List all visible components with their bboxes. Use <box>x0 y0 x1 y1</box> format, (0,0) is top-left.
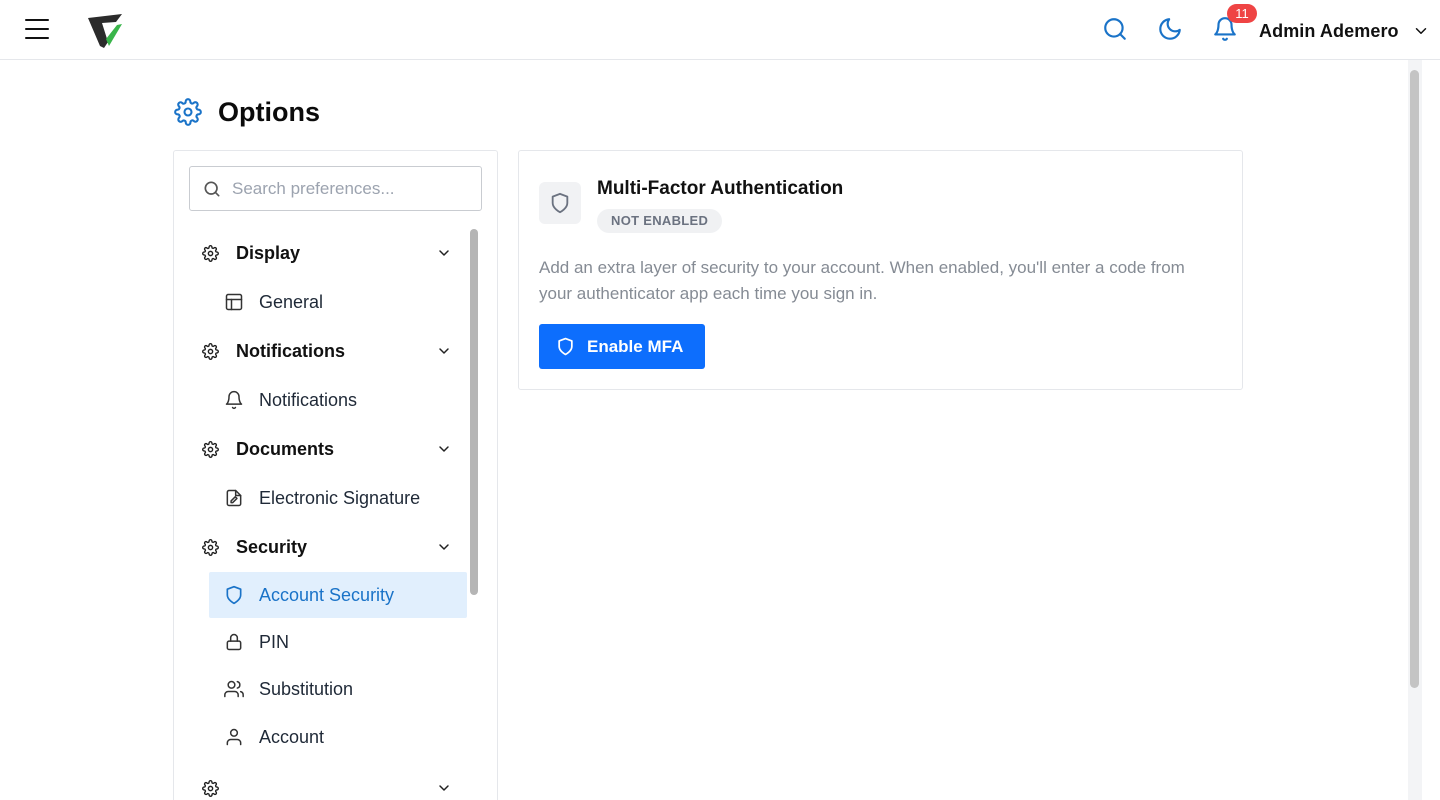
sidebar-item-account-security[interactable]: Account Security <box>209 572 467 618</box>
chevron-down-icon <box>439 250 449 256</box>
options-sidebar: Display General Notifications Notificati… <box>173 150 498 800</box>
user-icon <box>226 728 242 746</box>
sidebar-item-label: Substitution <box>259 678 354 699</box>
users-icon <box>224 680 244 698</box>
chevron-down-icon <box>1415 28 1426 34</box>
section-documents[interactable]: Documents <box>202 434 452 464</box>
sidebar-scrollbar-thumb[interactable] <box>470 229 478 595</box>
sidebar-item-label: Account <box>259 726 325 747</box>
user-menu[interactable]: Admin Ademero <box>1259 18 1430 44</box>
sidebar-item-electronic-signature[interactable]: Electronic Signature <box>209 475 467 521</box>
signature-icon <box>226 489 242 507</box>
sidebar-item-label: Electronic Signature <box>259 487 421 508</box>
sidebar-item-notifications[interactable]: Notifications <box>209 377 467 423</box>
sidebar-item-pin[interactable]: PIN <box>209 619 467 665</box>
section-display[interactable]: Display <box>202 238 452 268</box>
layout-icon <box>225 293 243 311</box>
search-preferences-input[interactable] <box>232 178 472 199</box>
notification-count-badge: 11 <box>1227 4 1257 23</box>
gear-icon <box>202 538 219 556</box>
section-notifications[interactable]: Notifications <box>202 336 452 366</box>
status-badge: NOT ENABLED <box>597 209 723 233</box>
sidebar-item-label: General <box>259 291 324 312</box>
sidebar-item-label: PIN <box>259 631 290 652</box>
sidebar-item-general[interactable]: General <box>209 279 467 325</box>
section-next-partial[interactable] <box>202 773 452 800</box>
section-label: Security <box>236 536 308 557</box>
chevron-down-icon <box>439 446 449 452</box>
mfa-title: Multi-Factor Authentication <box>597 178 844 199</box>
app-logo[interactable] <box>86 12 126 50</box>
search-icon <box>204 181 220 196</box>
gear-icon <box>202 244 219 262</box>
shield-icon <box>539 182 581 224</box>
page-scrollbar-thumb[interactable] <box>1410 70 1419 688</box>
hamburger-icon[interactable] <box>25 19 51 41</box>
section-label: Notifications <box>236 340 346 361</box>
section-label: Display <box>236 242 301 263</box>
gear-icon <box>202 342 219 360</box>
bell-icon <box>225 390 243 410</box>
chevron-down-icon <box>439 348 449 354</box>
shield-icon <box>226 585 242 605</box>
mfa-description: Add an extra layer of security to your a… <box>539 258 1185 303</box>
moon-icon[interactable] <box>1157 16 1183 42</box>
chevron-down-icon <box>439 544 449 550</box>
section-label: Documents <box>236 438 335 459</box>
gear-icon <box>174 98 202 126</box>
chevron-down-icon <box>439 785 449 791</box>
lock-icon <box>226 633 242 651</box>
mfa-card: Multi-Factor Authentication NOT ENABLED … <box>518 150 1243 390</box>
gear-icon <box>202 440 219 458</box>
user-name: Admin Ademero <box>1259 20 1399 41</box>
search-preferences-box[interactable] <box>189 166 482 211</box>
enable-mfa-button[interactable]: Enable MFA <box>539 324 705 369</box>
enable-mfa-label: Enable MFA <box>587 336 684 356</box>
sidebar-item-label: Notifications <box>259 389 358 410</box>
section-security[interactable]: Security <box>202 532 452 562</box>
sidebar-item-label: Account Security <box>259 584 395 605</box>
sidebar-item-substitution[interactable]: Substitution <box>209 666 467 712</box>
page-title: Options <box>218 96 320 127</box>
top-bar: 11 Admin Ademero <box>0 0 1440 60</box>
shield-icon <box>558 337 573 356</box>
gear-icon <box>202 779 219 797</box>
sidebar-item-account[interactable]: Account <box>209 714 467 760</box>
search-icon[interactable] <box>1102 16 1128 42</box>
page-header: Options <box>174 95 320 129</box>
